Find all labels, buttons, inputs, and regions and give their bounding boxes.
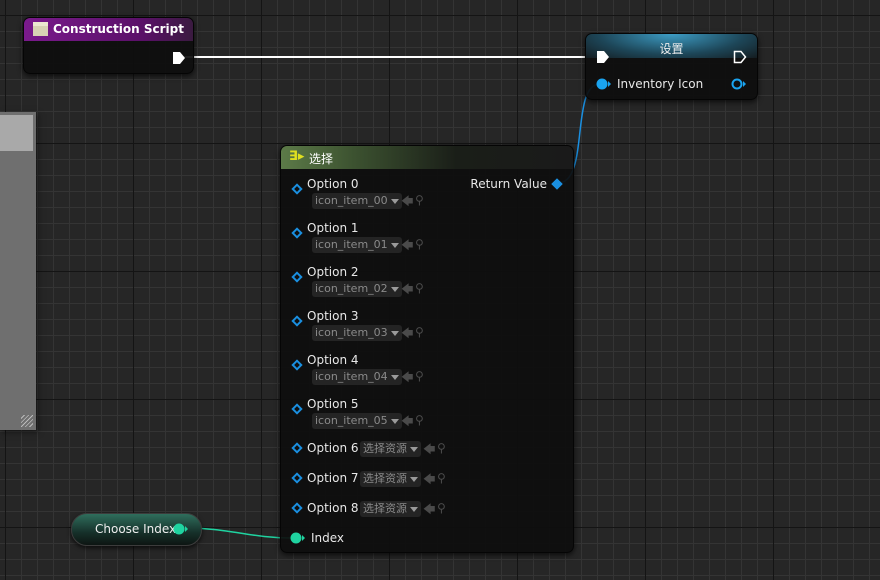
option-8-pin[interactable] (291, 502, 303, 514)
option-5-asset-dropdown[interactable]: icon_item_05 (312, 413, 402, 429)
option-0-browse-icon[interactable]: ⚲ (415, 194, 424, 206)
option-0-use-selected-icon[interactable]: 🡄 (401, 195, 413, 207)
node-title: 设置 (659, 42, 684, 56)
option-3-pin[interactable] (291, 315, 303, 327)
option-7-label: Option 7 (307, 471, 359, 485)
exec-in-pin[interactable] (596, 50, 610, 64)
option-7-asset-dropdown[interactable]: 选择资源 (360, 471, 421, 487)
option-7-use-selected-icon[interactable]: 🡄 (423, 473, 435, 485)
option-8-label: Option 8 (307, 501, 359, 515)
option-4-browse-icon[interactable]: ⚲ (415, 370, 424, 382)
option-1-use-selected-icon[interactable]: 🡄 (401, 239, 413, 251)
set-node[interactable]: 设置 Inventory Icon (585, 33, 758, 100)
exec-out-pin[interactable] (733, 50, 747, 64)
option-2-label: Option 2 (307, 265, 359, 279)
select-node[interactable]: ∃▸ 选择 Return Value Index Option 0 icon_i… (280, 145, 574, 553)
option-2-browse-icon[interactable]: ⚲ (415, 282, 424, 294)
return-value-pin[interactable] (551, 178, 563, 190)
select-icon: ∃▸ (289, 149, 305, 164)
node-title: 选择 (309, 152, 334, 166)
index-pin[interactable] (290, 532, 305, 544)
choose-index-out-pin[interactable] (173, 523, 189, 535)
function-icon (33, 22, 48, 36)
option-3-asset-dropdown[interactable]: icon_item_03 (312, 325, 402, 341)
option-5-label: Option 5 (307, 397, 359, 411)
option-1-browse-icon[interactable]: ⚲ (415, 238, 424, 250)
inventory-icon-out-pin[interactable] (731, 78, 746, 90)
option-6-label: Option 6 (307, 441, 359, 455)
node-title: Construction Script (53, 22, 184, 36)
index-label: Index (311, 531, 345, 545)
option-1-asset-dropdown[interactable]: icon_item_01 (312, 237, 402, 253)
variable-name: Choose Index (95, 522, 177, 536)
option-8-use-selected-icon[interactable]: 🡄 (423, 503, 435, 515)
choose-index-node[interactable]: Choose Index (71, 513, 202, 546)
option-2-use-selected-icon[interactable]: 🡄 (401, 283, 413, 295)
option-6-pin[interactable] (291, 442, 303, 454)
option-6-browse-icon[interactable]: ⚲ (437, 442, 446, 454)
inventory-icon-in-pin[interactable] (596, 78, 611, 90)
option-6-asset-dropdown[interactable]: 选择资源 (360, 441, 421, 457)
option-3-label: Option 3 (307, 309, 359, 323)
option-0-asset-dropdown[interactable]: icon_item_00 (312, 193, 402, 209)
option-7-browse-icon[interactable]: ⚲ (437, 472, 446, 484)
option-8-browse-icon[interactable]: ⚲ (437, 502, 446, 514)
construction-script-node[interactable]: Construction Script (23, 17, 194, 74)
option-3-use-selected-icon[interactable]: 🡄 (401, 327, 413, 339)
option-2-asset-dropdown[interactable]: icon_item_02 (312, 281, 402, 297)
option-1-label: Option 1 (307, 221, 359, 235)
option-7-pin[interactable] (291, 472, 303, 484)
inventory-icon-label: Inventory Icon (617, 77, 704, 91)
option-5-pin[interactable] (291, 403, 303, 415)
option-2-pin[interactable] (291, 271, 303, 283)
option-1-pin[interactable] (291, 227, 303, 239)
option-6-use-selected-icon[interactable]: 🡄 (423, 443, 435, 455)
option-3-browse-icon[interactable]: ⚲ (415, 326, 424, 338)
option-5-use-selected-icon[interactable]: 🡄 (401, 415, 413, 427)
option-5-browse-icon[interactable]: ⚲ (415, 414, 424, 426)
option-8-asset-dropdown[interactable]: 选择资源 (360, 501, 421, 517)
option-0-pin[interactable] (291, 183, 303, 195)
option-4-label: Option 4 (307, 353, 359, 367)
exec-out-pin[interactable] (172, 51, 186, 65)
option-4-asset-dropdown[interactable]: icon_item_04 (312, 369, 402, 385)
return-value-label: Return Value (470, 177, 547, 191)
option-4-pin[interactable] (291, 359, 303, 371)
option-0-label: Option 0 (307, 177, 359, 191)
option-4-use-selected-icon[interactable]: 🡄 (401, 371, 413, 383)
